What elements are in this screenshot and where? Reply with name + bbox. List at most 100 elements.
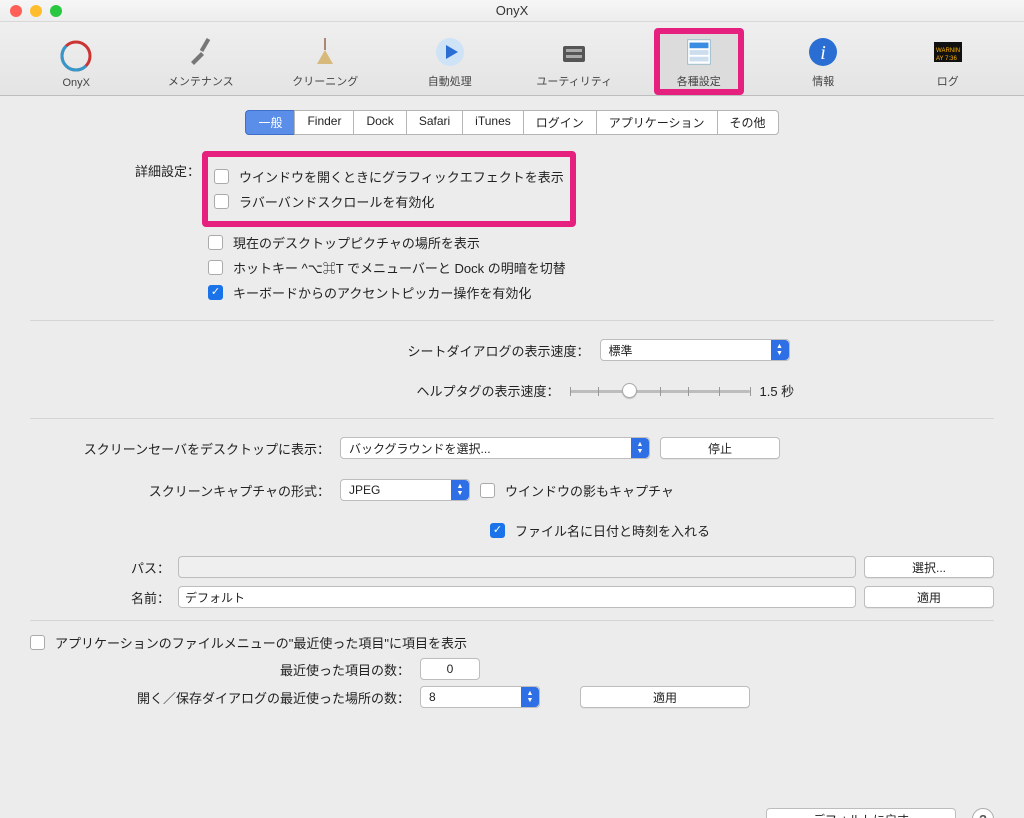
recent-count-label: 最近使った項目の数： bbox=[150, 660, 410, 679]
file-icon bbox=[681, 34, 717, 70]
toolbar-label: 情報 bbox=[812, 73, 834, 89]
recent-places-select[interactable]: 8 bbox=[420, 686, 540, 708]
content-pane: 一般 Finder Dock Safari iTunes ログイン アプリケーシ… bbox=[0, 96, 1024, 818]
tab-safari[interactable]: Safari bbox=[406, 110, 462, 135]
toolbar-label: クリーニング bbox=[292, 73, 358, 89]
chevron-updown-icon bbox=[451, 480, 469, 500]
tab-general[interactable]: 一般 bbox=[245, 110, 294, 135]
checkbox-label: ホットキー ^⌥⌘T でメニューバーと Dock の明暗を切替 bbox=[233, 258, 566, 277]
checkbox-rubber-band[interactable] bbox=[214, 194, 229, 209]
tab-finder[interactable]: Finder bbox=[294, 110, 353, 135]
chevron-updown-icon bbox=[631, 438, 649, 458]
toolbar-item-log[interactable]: WARNIN AY 7:36 ログ bbox=[893, 34, 1003, 89]
checkbox-label: ラバーバンドスクロールを有効化 bbox=[239, 192, 434, 211]
checkbox-hotkey[interactable] bbox=[208, 260, 223, 275]
chevron-updown-icon bbox=[771, 340, 789, 360]
tab-dock[interactable]: Dock bbox=[353, 110, 405, 135]
toolbar-item-onyx[interactable]: OnyX bbox=[21, 38, 131, 89]
apply-recent-button[interactable]: 適用 bbox=[580, 686, 750, 708]
checkbox-accent-picker[interactable] bbox=[208, 285, 223, 300]
checkbox-label: アプリケーションのファイルメニューの"最近使った項目"に項目を表示 bbox=[55, 633, 467, 652]
svg-text:i: i bbox=[820, 42, 826, 64]
button-label: 選択... bbox=[912, 559, 946, 576]
tab-itunes[interactable]: iTunes bbox=[462, 110, 523, 135]
checkbox-label: ウインドウの影もキャプチャ bbox=[505, 481, 674, 500]
helptag-speed-label: ヘルプタグの表示速度： bbox=[205, 381, 560, 400]
reset-defaults-button[interactable]: デフォルトに戻す bbox=[766, 808, 956, 818]
toolbar: OnyX メンテナンス クリーニング 自動処理 ユーティリティ bbox=[0, 22, 1024, 96]
name-field[interactable]: デフォルト bbox=[178, 586, 856, 608]
app-window: OnyX OnyX メンテナンス クリーニング 自動処理 bbox=[0, 0, 1024, 818]
divider bbox=[30, 320, 994, 321]
detail-heading: 詳細設定： bbox=[30, 151, 200, 308]
helptag-speed-slider[interactable] bbox=[570, 382, 750, 400]
field-value: 0 bbox=[427, 662, 473, 676]
button-label: 適用 bbox=[653, 689, 677, 706]
toolbar-item-utility[interactable]: ユーティリティ bbox=[519, 34, 629, 89]
screensaver-select[interactable]: バックグラウンドを選択... bbox=[340, 437, 650, 459]
toolbar-item-parameters[interactable]: 各種設定 bbox=[644, 34, 754, 89]
tab-other[interactable]: その他 bbox=[717, 110, 779, 135]
onyx-icon bbox=[58, 38, 94, 74]
toolbar-label: 自動処理 bbox=[428, 73, 472, 89]
button-label: 停止 bbox=[708, 440, 732, 457]
checkbox-show-recent[interactable] bbox=[30, 635, 45, 650]
recent-places-label: 開く／保存ダイアログの最近使った場所の数： bbox=[80, 688, 410, 707]
toolbar-label: ログ bbox=[937, 73, 959, 89]
help-icon[interactable]: ? bbox=[972, 808, 994, 818]
divider bbox=[30, 418, 994, 419]
tools-icon bbox=[183, 34, 219, 70]
path-label: パス： bbox=[30, 558, 170, 577]
select-value: JPEG bbox=[349, 483, 380, 497]
toolbar-label: OnyX bbox=[62, 77, 90, 89]
button-label: デフォルトに戻す bbox=[813, 811, 909, 818]
toolbar-label: 各種設定 bbox=[677, 73, 721, 89]
checkbox-label: キーボードからのアクセントピッカー操作を有効化 bbox=[233, 283, 531, 302]
toolbar-item-maintenance[interactable]: メンテナンス bbox=[146, 34, 256, 89]
divider bbox=[30, 620, 994, 621]
toolbar-label: メンテナンス bbox=[168, 73, 234, 89]
path-field[interactable]: ████████████████ bbox=[178, 556, 856, 578]
recent-count-field[interactable]: 0 bbox=[420, 658, 480, 680]
window-title: OnyX bbox=[0, 3, 1024, 18]
tab-bar: 一般 Finder Dock Safari iTunes ログイン アプリケーシ… bbox=[30, 110, 994, 135]
toolbar-item-info[interactable]: i 情報 bbox=[768, 34, 878, 89]
checkbox-desktop-picture[interactable] bbox=[208, 235, 223, 250]
select-value: バックグラウンドを選択... bbox=[349, 440, 491, 457]
titlebar: OnyX bbox=[0, 0, 1024, 22]
highlighted-options: ウインドウを開くときにグラフィックエフェクトを表示 ラバーバンドスクロールを有効… bbox=[202, 151, 576, 227]
toolbar-item-cleaning[interactable]: クリーニング bbox=[270, 34, 380, 89]
chevron-updown-icon bbox=[521, 687, 539, 707]
name-label: 名前： bbox=[30, 588, 170, 607]
toolbar-item-automation[interactable]: 自動処理 bbox=[395, 34, 505, 89]
checkbox-graphic-effect[interactable] bbox=[214, 169, 229, 184]
stop-button[interactable]: 停止 bbox=[660, 437, 780, 459]
broom-icon bbox=[307, 34, 343, 70]
screensaver-label: スクリーンセーバをデスクトップに表示： bbox=[30, 439, 330, 458]
log-icon: WARNIN AY 7:36 bbox=[930, 34, 966, 70]
capture-format-label: スクリーンキャプチャの形式： bbox=[30, 481, 330, 500]
capture-format-select[interactable]: JPEG bbox=[340, 479, 470, 501]
toolbox-icon bbox=[556, 34, 592, 70]
tab-login[interactable]: ログイン bbox=[523, 110, 596, 135]
select-value: 標準 bbox=[609, 342, 633, 359]
button-label: 適用 bbox=[917, 589, 941, 606]
checkbox-label: 現在のデスクトップピクチャの場所を表示 bbox=[233, 233, 480, 252]
info-icon: i bbox=[805, 34, 841, 70]
checkbox-label: ウインドウを開くときにグラフィックエフェクトを表示 bbox=[239, 167, 564, 186]
helptag-speed-value: 1.5 秒 bbox=[760, 381, 820, 400]
sheet-speed-select[interactable]: 標準 bbox=[600, 339, 790, 361]
sheet-speed-label: シートダイアログの表示速度： bbox=[235, 341, 590, 360]
apply-name-button[interactable]: 適用 bbox=[864, 586, 994, 608]
checkbox-label: ファイル名に日付と時刻を入れる bbox=[515, 521, 710, 540]
svg-text:AY 7:36: AY 7:36 bbox=[936, 56, 957, 62]
select-button[interactable]: 選択... bbox=[864, 556, 994, 578]
play-icon bbox=[432, 34, 468, 70]
checkbox-filename-datetime[interactable] bbox=[490, 523, 505, 538]
field-value: デフォルト bbox=[185, 589, 245, 606]
toolbar-label: ユーティリティ bbox=[536, 73, 612, 89]
checkbox-window-shadow[interactable] bbox=[480, 483, 495, 498]
svg-text:WARNIN: WARNIN bbox=[936, 48, 960, 54]
select-value: 8 bbox=[429, 690, 436, 704]
tab-application[interactable]: アプリケーション bbox=[596, 110, 717, 135]
